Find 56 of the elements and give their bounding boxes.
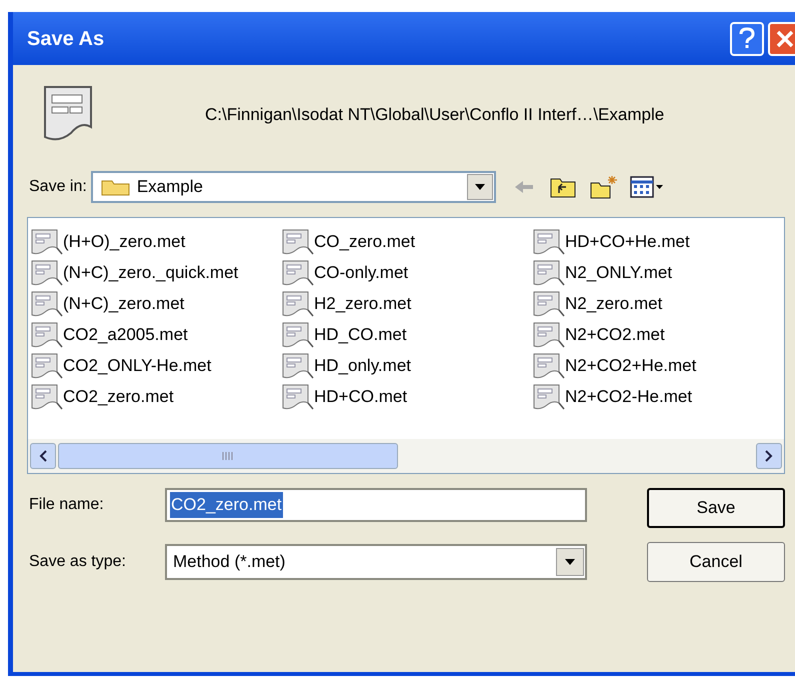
- file-name[interactable]: CO2_ONLY-He.met: [63, 352, 212, 378]
- file-icon: [533, 290, 565, 318]
- file-name[interactable]: (H+O)_zero.met: [63, 228, 186, 254]
- file-name-label: File name:: [29, 495, 105, 515]
- window-title: Save As: [27, 26, 104, 52]
- new-folder-icon[interactable]: [590, 175, 618, 199]
- file-name[interactable]: (N+C)_zero.met: [63, 290, 184, 316]
- file-name[interactable]: H2_zero.met: [314, 290, 412, 316]
- dialog-button[interactable]: Cancel: [647, 542, 785, 582]
- help-icon[interactable]: [730, 22, 764, 56]
- file-name[interactable]: HD+CO+He.met: [565, 228, 690, 254]
- dialog-button[interactable]: Save: [647, 488, 785, 528]
- file-name-field[interactable]: CO2_zero.met: [165, 488, 587, 522]
- file-name[interactable]: (N+C)_zero._quick.met: [63, 260, 238, 286]
- file-name[interactable]: N2_zero.met: [565, 290, 662, 316]
- save-as-type-dropdown[interactable]: Method (*.met): [165, 544, 587, 580]
- close-icon[interactable]: [768, 22, 795, 56]
- file-icon: [31, 228, 63, 256]
- file-icon: [31, 290, 63, 318]
- file-name[interactable]: N2_ONLY.met: [565, 260, 672, 286]
- file-name[interactable]: N2+CO2.met: [565, 322, 665, 348]
- save-as-type-label: Save as type:: [29, 552, 127, 572]
- folder-path: C:\Finnigan\Isodat NT\Global\User\Conflo II Interf…\Example: [205, 104, 664, 126]
- scroll-left-icon[interactable]: [30, 443, 56, 469]
- file-icon: [31, 320, 63, 348]
- file-icon: [533, 320, 565, 348]
- view-menu-icon[interactable]: [630, 176, 664, 198]
- file-name[interactable]: CO_zero.met: [314, 228, 416, 254]
- file-name[interactable]: CO-only.met: [314, 260, 408, 286]
- file-icon: [31, 382, 63, 410]
- file-icon: [282, 228, 314, 256]
- save-in-value: Example: [136, 176, 204, 198]
- save-in-dropdown[interactable]: Example: [90, 171, 496, 203]
- horizontal-scrollbar[interactable]: [28, 439, 784, 473]
- file-icon: [533, 352, 565, 380]
- file-icon: [282, 382, 314, 410]
- file-icon: [282, 352, 314, 380]
- scroll-thumb[interactable]: [58, 443, 398, 469]
- scroll-right-icon[interactable]: [756, 443, 782, 469]
- file-name[interactable]: N2+CO2-He.met: [565, 384, 692, 410]
- file-icon: [31, 352, 63, 380]
- file-icon: [282, 320, 314, 348]
- file-name[interactable]: CO2_a2005.met: [63, 322, 188, 348]
- file-name[interactable]: CO2_zero.met: [63, 384, 174, 410]
- file-name[interactable]: HD_only.met: [314, 352, 411, 378]
- file-icon: [282, 258, 314, 286]
- file-icon: [533, 382, 565, 410]
- save-in-label: Save in:: [29, 177, 87, 197]
- file-icon: [533, 258, 565, 286]
- file-icon: [282, 290, 314, 318]
- file-icon: [533, 228, 565, 256]
- file-name[interactable]: HD_CO.met: [314, 322, 407, 348]
- file-name[interactable]: HD+CO.met: [314, 384, 408, 410]
- up-folder-icon[interactable]: [550, 176, 576, 198]
- file-name[interactable]: N2+CO2+He.met: [565, 352, 696, 378]
- file-icon: [31, 258, 63, 286]
